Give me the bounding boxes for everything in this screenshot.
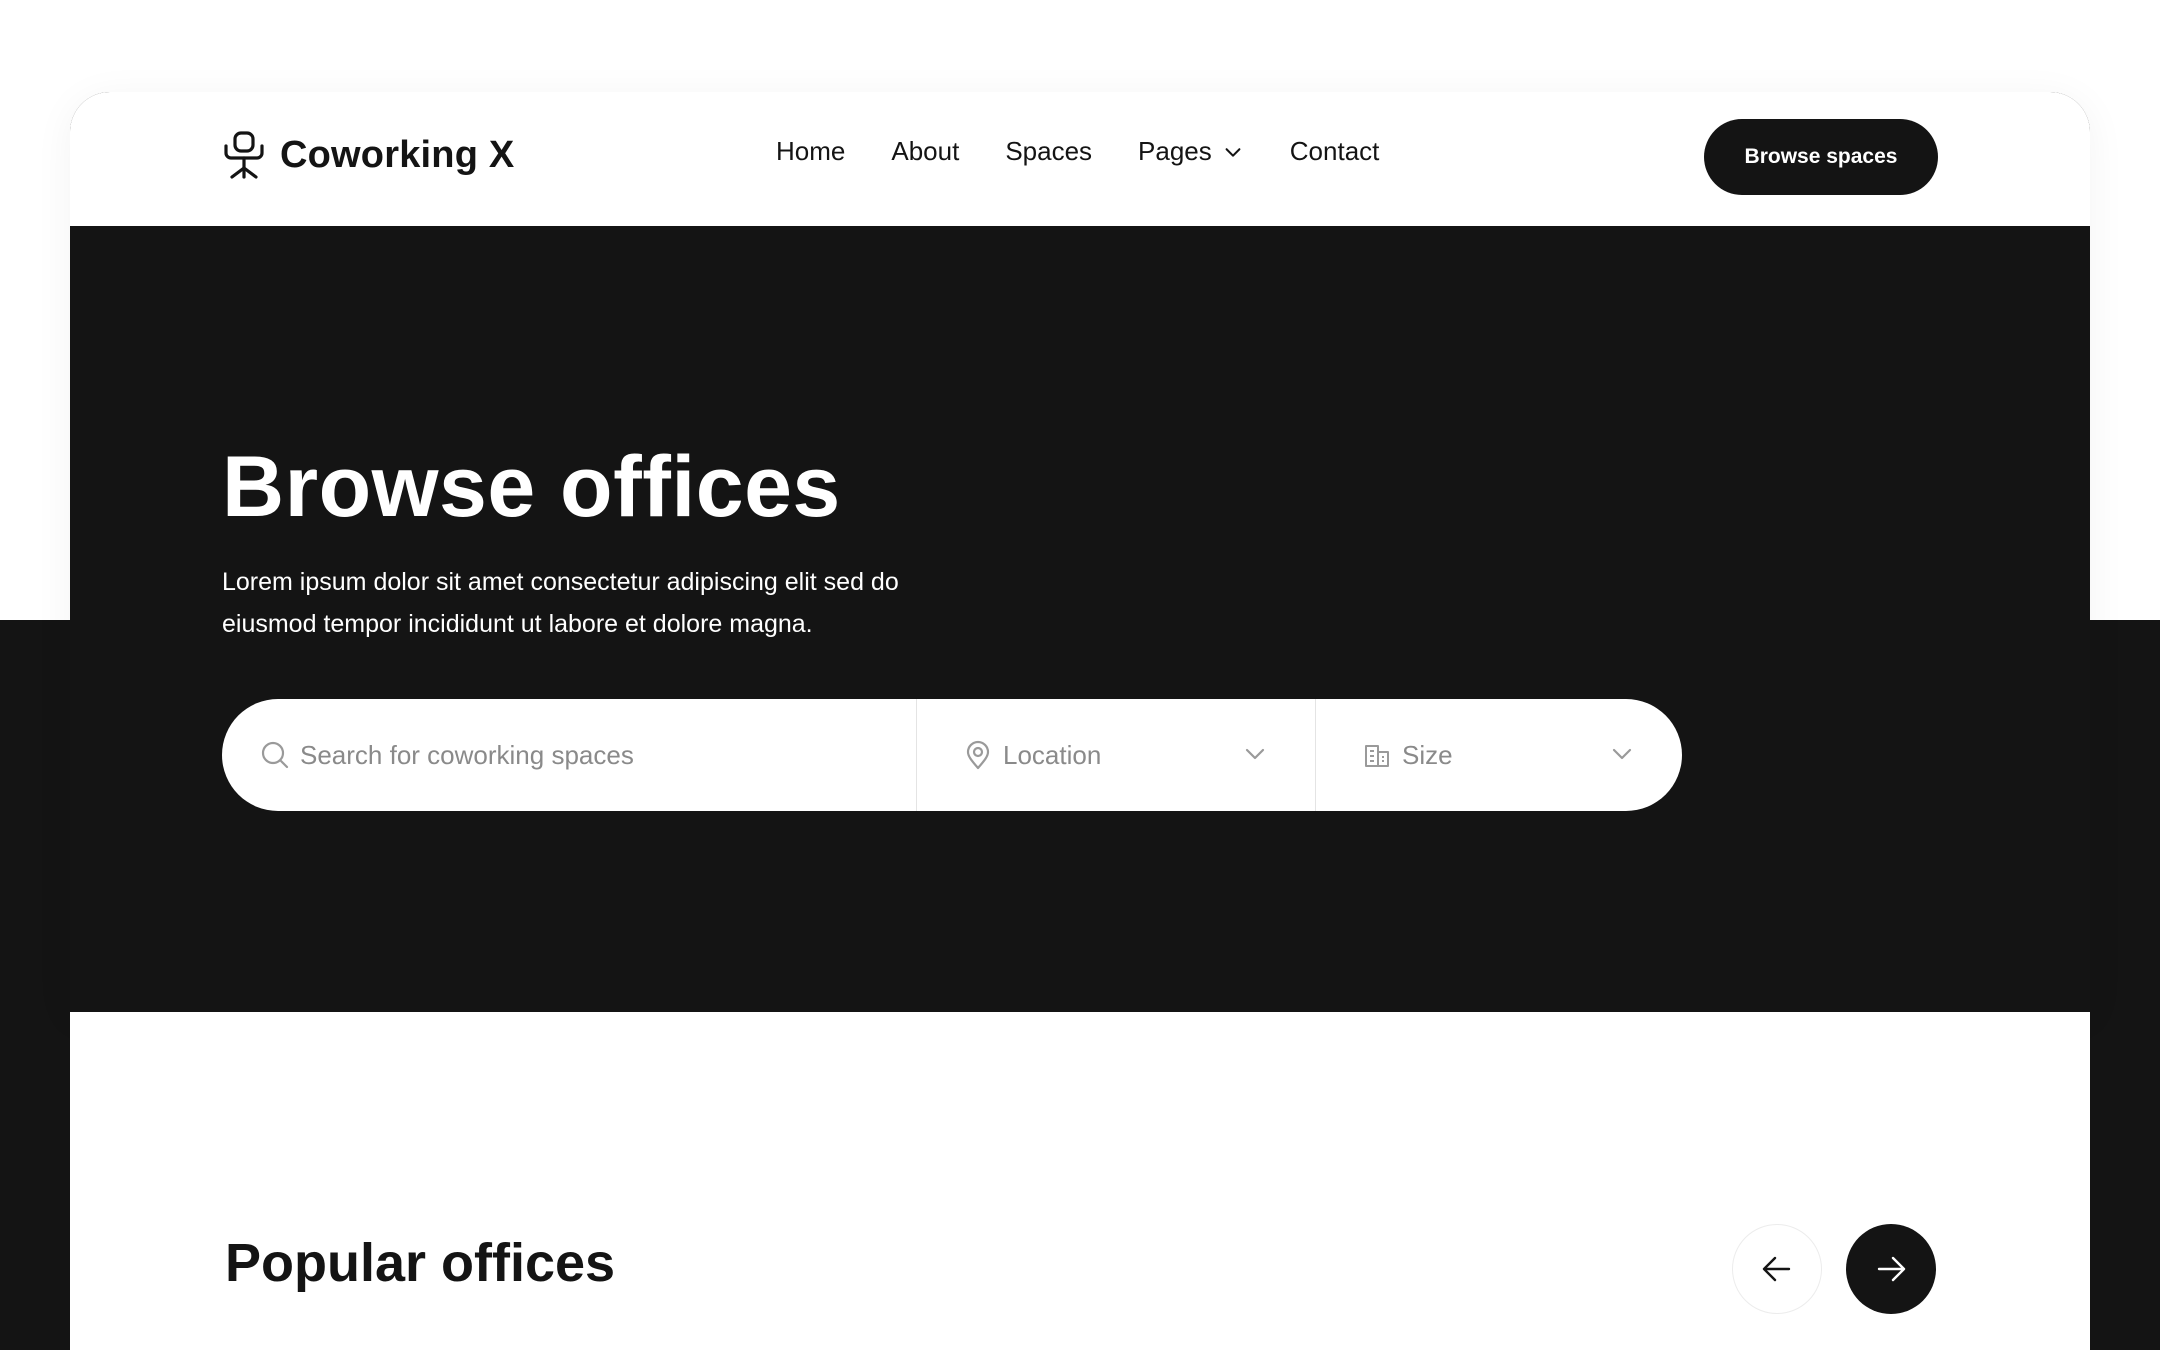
page: Coworking X Home About Spaces Pages Cont…	[0, 0, 2160, 1350]
size-select[interactable]: Size	[1315, 699, 1682, 811]
nav-item-home[interactable]: Home	[776, 136, 845, 167]
main-nav: Home About Spaces Pages Contact	[776, 136, 1379, 167]
location-label: Location	[1003, 739, 1102, 770]
office-chair-icon	[224, 131, 264, 179]
chevron-down-icon	[1225, 147, 1241, 157]
size-label: Size	[1402, 739, 1453, 770]
building-icon	[1365, 745, 1389, 767]
hero-title: Browse offices	[222, 439, 841, 535]
brand-logo[interactable]: Coworking X	[222, 130, 514, 180]
chevron-down-icon	[1612, 748, 1632, 760]
brand-name: Coworking X	[280, 133, 515, 176]
arrow-right-icon	[1877, 1256, 1906, 1282]
nav-item-pages-label: Pages	[1138, 136, 1212, 166]
popular-offices-section: Popular offices	[70, 1012, 2090, 1350]
hero-card: Coworking X Home About Spaces Pages Cont…	[70, 92, 2090, 1012]
site-header: Coworking X Home About Spaces Pages Cont…	[70, 92, 2090, 226]
popular-offices-title: Popular offices	[225, 1233, 616, 1293]
search-bar: Location Size	[222, 699, 1682, 811]
nav-item-about[interactable]: About	[891, 136, 959, 167]
location-pin-icon	[966, 740, 990, 770]
search-icon	[261, 741, 289, 769]
arrow-left-icon	[1762, 1256, 1791, 1282]
chevron-down-icon	[1245, 748, 1265, 760]
location-select[interactable]: Location	[916, 699, 1315, 811]
browse-spaces-button[interactable]: Browse spaces	[1704, 119, 1938, 195]
search-input[interactable]	[300, 739, 860, 771]
search-field[interactable]	[222, 699, 916, 811]
nav-item-spaces[interactable]: Spaces	[1005, 136, 1092, 167]
nav-item-contact[interactable]: Contact	[1290, 136, 1380, 167]
carousel-next-button[interactable]	[1846, 1224, 1936, 1314]
carousel-prev-button[interactable]	[1732, 1224, 1822, 1314]
nav-item-pages[interactable]: Pages	[1138, 136, 1244, 167]
hero-subtitle: Lorem ipsum dolor sit amet consectetur a…	[222, 568, 899, 638]
